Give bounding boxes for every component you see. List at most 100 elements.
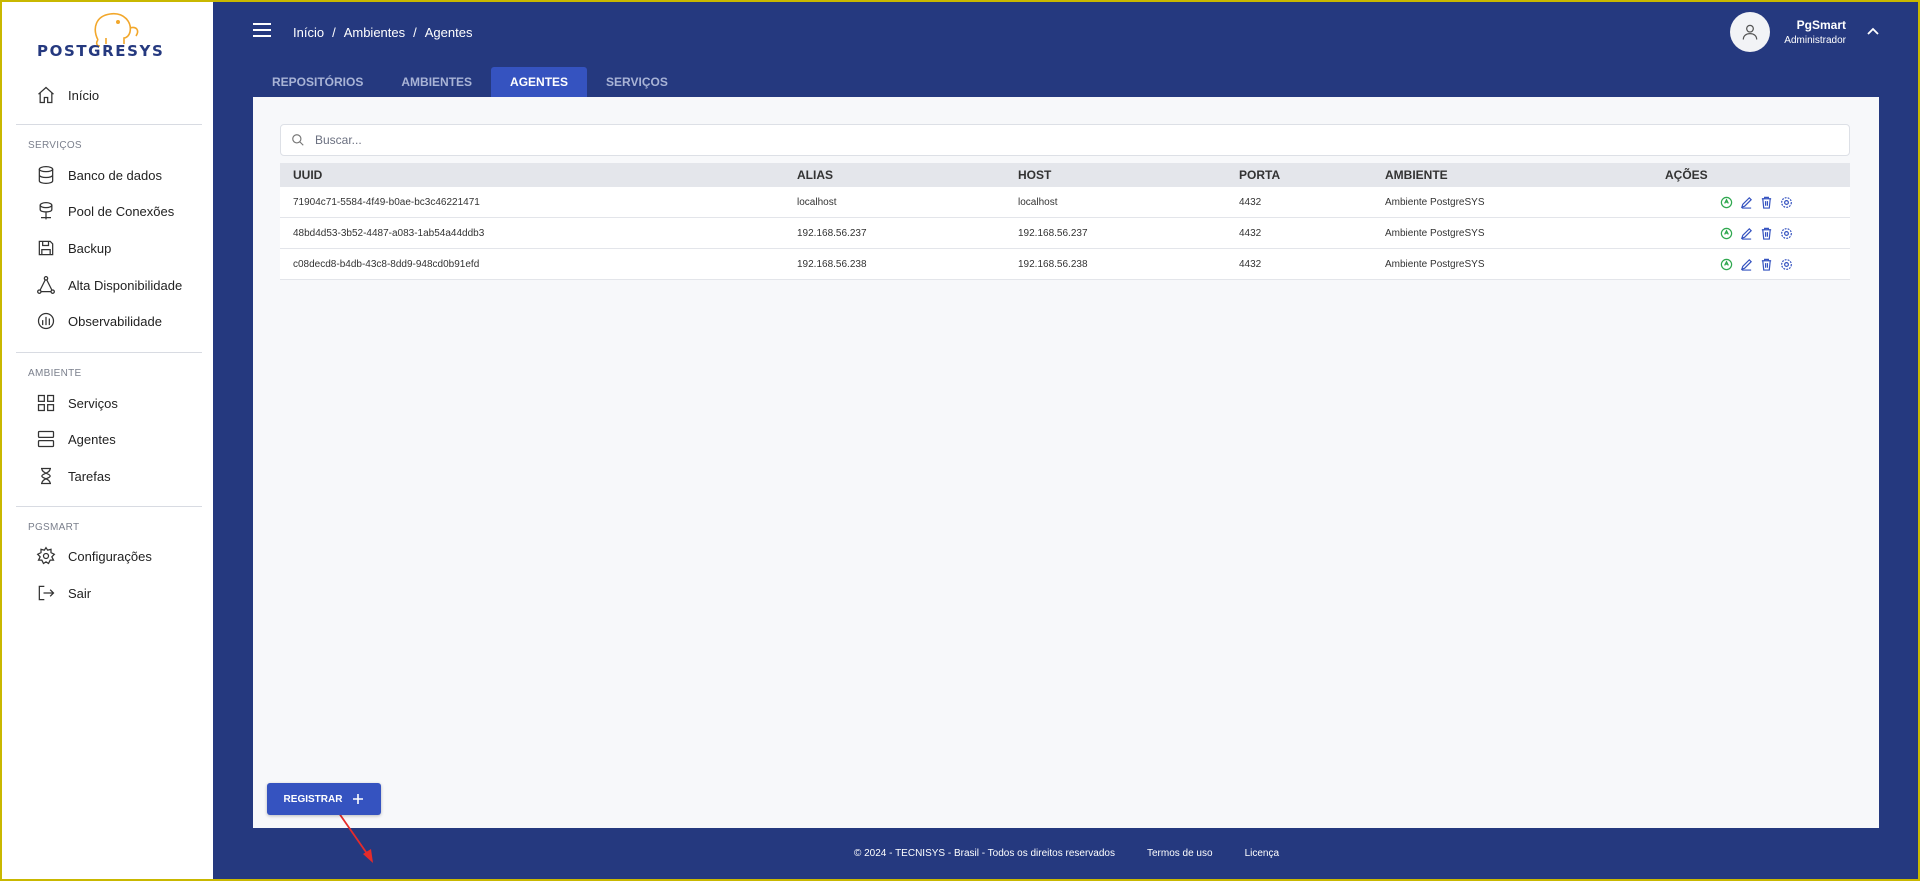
sidebar-item-banco-de-dados[interactable]: Banco de dados [36, 160, 162, 190]
edit-icon[interactable] [1740, 227, 1753, 240]
gear-icon[interactable] [1780, 258, 1793, 271]
sidebar-divider [16, 506, 202, 507]
cell-ambiente: Ambiente PostgreSYS [1372, 217, 1652, 249]
sidebar-item-backup[interactable]: Backup [36, 233, 111, 263]
edit-icon[interactable] [1740, 196, 1753, 209]
column-header-porta[interactable]: PORTA [1226, 163, 1372, 187]
footer-copyright: © 2024 - TECNISYS - Brasil - Todos os di… [853, 848, 1115, 859]
sidebar-item-pool-de-conexoes[interactable]: Pool de Conexões [36, 196, 174, 226]
breadcrumb-separator: / [332, 25, 336, 40]
search-input[interactable] [313, 132, 1817, 148]
search-box [280, 124, 1850, 156]
sidebar-divider [16, 124, 202, 125]
sidebar-item-servicos[interactable]: Serviços [36, 388, 118, 418]
cell-porta: 4432 [1226, 248, 1372, 280]
home-icon [38, 86, 54, 104]
sidebar-item-label: Tarefas [68, 468, 111, 484]
sidebar-divider [16, 352, 202, 353]
cell-actions [1652, 187, 1850, 218]
table-header-row: UUID ALIAS HOST PORTA AMBIENTE AÇÕES [280, 163, 1850, 187]
sidebar: POSTGRESYS Início SERVIÇOS Banco de dado… [0, 0, 213, 881]
cell-actions [1652, 248, 1850, 280]
edit-icon[interactable] [1740, 258, 1753, 271]
section-title-pgsmart: PGSMART [28, 522, 80, 533]
cell-uuid: 71904c71-5584-4f49-b0ae-bc3c46221471 [280, 187, 784, 218]
gear-icon[interactable] [1780, 227, 1793, 240]
sidebar-item-label: Observabilidade [68, 313, 162, 329]
user-name: PgSmart [1796, 18, 1846, 32]
sidebar-item-sair[interactable]: Sair [36, 578, 91, 608]
sidebar-item-label: Agentes [68, 431, 116, 447]
gear-icon[interactable] [1780, 196, 1793, 209]
main-area: Início / Ambientes / Agentes PgSmart Adm… [213, 0, 1920, 881]
column-header-acoes: AÇÕES [1665, 168, 1708, 182]
breadcrumb-agentes: Agentes [424, 25, 473, 40]
agents-table: UUID ALIAS HOST PORTA AMBIENTE AÇÕES 719… [280, 163, 1850, 280]
footer: © 2024 - TECNISYS - Brasil - Todos os di… [213, 848, 1920, 859]
cell-uuid: 48bd4d53-3b52-4487-a083-1ab54a44ddb3 [280, 217, 784, 249]
sidebar-item-inicio[interactable]: Início [36, 80, 99, 110]
pie-chart-icon [37, 312, 55, 330]
status-icon[interactable] [1720, 258, 1733, 271]
grid-icon [37, 394, 55, 412]
register-button-label: REGISTRAR [283, 793, 343, 805]
breadcrumb: Início / Ambientes / Agentes [293, 25, 472, 40]
terms-link[interactable]: Termos de uso [1147, 848, 1213, 859]
breadcrumb-inicio[interactable]: Início [293, 25, 324, 40]
column-header-uuid[interactable]: UUID [280, 163, 784, 187]
hamburger-menu-icon[interactable] [253, 22, 271, 38]
tab-repositorios[interactable]: REPOSITÓRIOS [253, 67, 382, 97]
sidebar-item-label: Serviços [68, 395, 118, 411]
column-header-ambiente[interactable]: AMBIENTE [1372, 163, 1652, 187]
cell-uuid: c08decd8-b4db-43c8-8dd9-948cd0b91efd [280, 248, 784, 280]
logout-icon [38, 585, 55, 601]
brand-logo-text: POSTGRESYS [37, 42, 165, 60]
trash-icon[interactable] [1760, 196, 1773, 209]
license-link[interactable]: Licença [1245, 848, 1279, 859]
sidebar-item-label: Pool de Conexões [68, 203, 175, 219]
tab-ambientes[interactable]: AMBIENTES [382, 67, 491, 97]
sidebar-item-configuracoes[interactable]: Configurações [36, 541, 152, 571]
sidebar-item-label: Alta Disponibilidade [68, 277, 183, 293]
sidebar-item-observabilidade[interactable]: Observabilidade [36, 306, 162, 336]
sidebar-item-agentes[interactable]: Agentes [36, 424, 116, 454]
status-icon[interactable] [1720, 196, 1733, 209]
table-row: 71904c71-5584-4f49-b0ae-bc3c46221471 loc… [280, 187, 1850, 218]
user-info: PgSmart Administrador [1784, 18, 1846, 46]
sidebar-item-label: Sair [68, 585, 92, 601]
database-icon [38, 166, 54, 184]
gear-icon [36, 546, 56, 565]
user-icon [1743, 24, 1758, 40]
cell-porta: 4432 [1226, 187, 1372, 218]
server-icon [37, 430, 55, 448]
sidebar-item-label: Configurações [68, 548, 152, 564]
cell-actions [1652, 217, 1850, 249]
content-panel: UUID ALIAS HOST PORTA AMBIENTE AÇÕES 719… [253, 97, 1879, 863]
network-icon [37, 276, 55, 294]
sidebar-item-label: Banco de dados [68, 167, 162, 183]
breadcrumb-ambientes[interactable]: Ambientes [344, 25, 405, 40]
cell-ambiente: Ambiente PostgreSYS [1372, 248, 1652, 280]
sidebar-item-alta-disponibilidade[interactable]: Alta Disponibilidade [36, 270, 182, 300]
register-button[interactable]: REGISTRAR [267, 783, 381, 815]
cell-host: 192.168.56.238 [1005, 248, 1226, 280]
avatar[interactable] [1730, 12, 1771, 52]
user-menu[interactable]: PgSmart Administrador [1730, 12, 1880, 52]
tab-servicos[interactable]: SERVIÇOS [587, 67, 687, 97]
hourglass-icon [41, 467, 51, 485]
trash-icon[interactable] [1760, 258, 1773, 271]
cell-ambiente: Ambiente PostgreSYS [1372, 187, 1652, 218]
column-header-host[interactable]: HOST [1005, 163, 1226, 187]
table-row: 48bd4d53-3b52-4487-a083-1ab54a44ddb3 192… [280, 217, 1850, 249]
trash-icon[interactable] [1760, 227, 1773, 240]
sidebar-item-label: Backup [68, 240, 112, 256]
sidebar-item-tarefas[interactable]: Tarefas [36, 461, 111, 491]
user-role: Administrador [1784, 35, 1846, 46]
tab-agentes[interactable]: AGENTES [491, 67, 588, 97]
section-title-servicos: SERVIÇOS [28, 140, 82, 151]
chevron-up-icon[interactable] [1866, 25, 1880, 39]
section-title-ambiente: AMBIENTE [28, 368, 82, 379]
sidebar-item-label: Início [68, 87, 100, 103]
column-header-alias[interactable]: ALIAS [784, 163, 1005, 187]
status-icon[interactable] [1720, 227, 1733, 240]
